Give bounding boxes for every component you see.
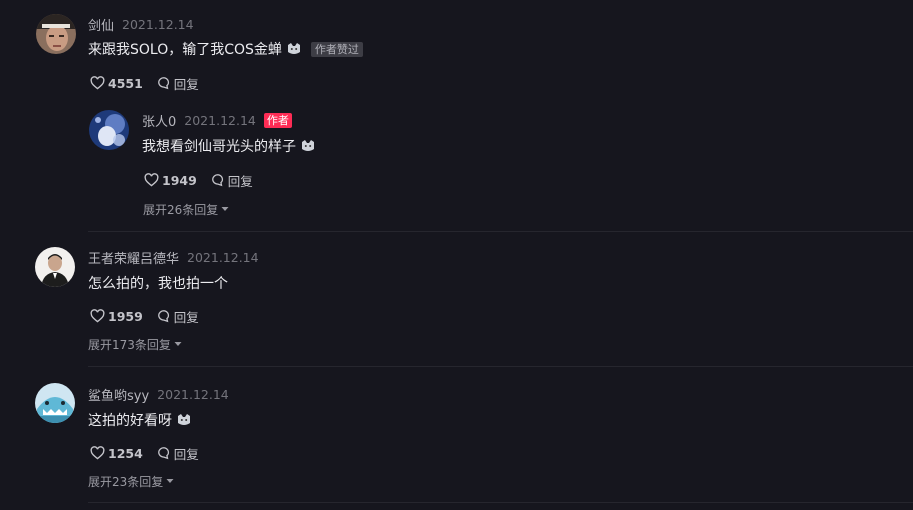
cat-emoji-icon	[177, 413, 191, 427]
comment-list: 剑仙 2021.12.14 来跟我SOLO，输了我COS金蝉 作者赞过 4551…	[0, 0, 913, 510]
avatar[interactable]	[35, 383, 75, 423]
comment-body: 来跟我SOLO，输了我COS金蝉	[88, 42, 282, 58]
reply-label: 回复	[173, 76, 199, 92]
heart-icon	[90, 76, 105, 90]
divider	[88, 366, 913, 367]
comment-text: 来跟我SOLO，输了我COS金蝉 作者赞过	[88, 39, 363, 59]
timestamp: 2021.12.14	[184, 112, 256, 128]
username[interactable]: 剑仙	[88, 15, 114, 34]
avatar[interactable]	[89, 110, 129, 150]
timestamp: 2021.12.14	[122, 16, 194, 32]
heart-icon	[90, 309, 105, 323]
like-count: 4551	[108, 75, 143, 91]
like-button[interactable]: 1959	[90, 309, 143, 324]
comment-text: 这拍的好看呀	[88, 410, 191, 430]
divider	[88, 231, 913, 232]
reply-button[interactable]: 回复	[157, 444, 199, 463]
reply-button[interactable]: 回复	[157, 307, 199, 326]
timestamp: 2021.12.14	[157, 386, 229, 402]
expand-replies-button[interactable]: 展开173条回复	[88, 336, 182, 352]
reply-header: 张人0 2021.12.14 作者	[142, 111, 292, 130]
heart-icon	[90, 446, 105, 460]
reply-label: 回复	[173, 309, 199, 325]
comment-header: 剑仙 2021.12.14	[88, 15, 194, 34]
expand-label: 展开173条回复	[88, 337, 171, 352]
like-button[interactable]: 1949	[144, 173, 197, 188]
reply-button[interactable]: 回复	[157, 74, 199, 93]
like-count: 1949	[162, 172, 197, 188]
comment-body: 怎么拍的，我也拍一个	[88, 276, 228, 292]
avatar[interactable]	[36, 14, 76, 54]
cat-emoji-icon	[287, 42, 301, 56]
divider	[88, 502, 913, 503]
username[interactable]: 鲨鱼哟syy	[88, 385, 149, 404]
author-liked-badge: 作者赞过	[310, 41, 363, 57]
username[interactable]: 张人0	[142, 111, 176, 130]
comment-body: 这拍的好看呀	[88, 413, 172, 429]
comment-header: 鲨鱼哟syy 2021.12.14	[88, 385, 229, 404]
comment-bubble-icon	[211, 174, 223, 187]
reply-text: 我想看剑仙哥光头的样子	[142, 136, 315, 156]
chevron-down-icon	[166, 479, 174, 483]
username[interactable]: 王者荣耀吕德华	[88, 248, 179, 267]
comment-header: 王者荣耀吕德华 2021.12.14	[88, 248, 259, 267]
reply-button[interactable]: 回复	[211, 171, 253, 190]
cat-emoji-icon	[301, 139, 315, 153]
like-button[interactable]: 1254	[90, 446, 143, 461]
chevron-down-icon	[221, 207, 229, 211]
expand-label: 展开26条回复	[143, 202, 219, 217]
comment-bubble-icon	[157, 77, 169, 90]
timestamp: 2021.12.14	[187, 249, 259, 265]
like-count: 1959	[108, 308, 143, 324]
heart-icon	[144, 173, 159, 187]
comment-text: 怎么拍的，我也拍一个	[88, 273, 228, 293]
expand-replies-button[interactable]: 展开23条回复	[88, 473, 174, 489]
chevron-down-icon	[174, 342, 182, 346]
expand-label: 展开23条回复	[88, 474, 164, 489]
reply-label: 回复	[173, 446, 199, 462]
comment-actions: 1959 回复	[90, 307, 199, 325]
like-count: 1254	[108, 445, 143, 461]
comment-bubble-icon	[157, 447, 169, 460]
reply-label: 回复	[227, 173, 253, 189]
author-badge: 作者	[263, 112, 292, 128]
comment-actions: 1254 回复	[90, 444, 199, 462]
expand-replies-button[interactable]: 展开26条回复	[143, 201, 229, 217]
comment-actions: 4551 回复	[90, 74, 199, 92]
reply-body: 我想看剑仙哥光头的样子	[142, 139, 296, 155]
like-button[interactable]: 4551	[90, 76, 143, 91]
avatar[interactable]	[35, 247, 75, 287]
comment-bubble-icon	[157, 310, 169, 323]
reply-actions: 1949 回复	[144, 171, 253, 189]
